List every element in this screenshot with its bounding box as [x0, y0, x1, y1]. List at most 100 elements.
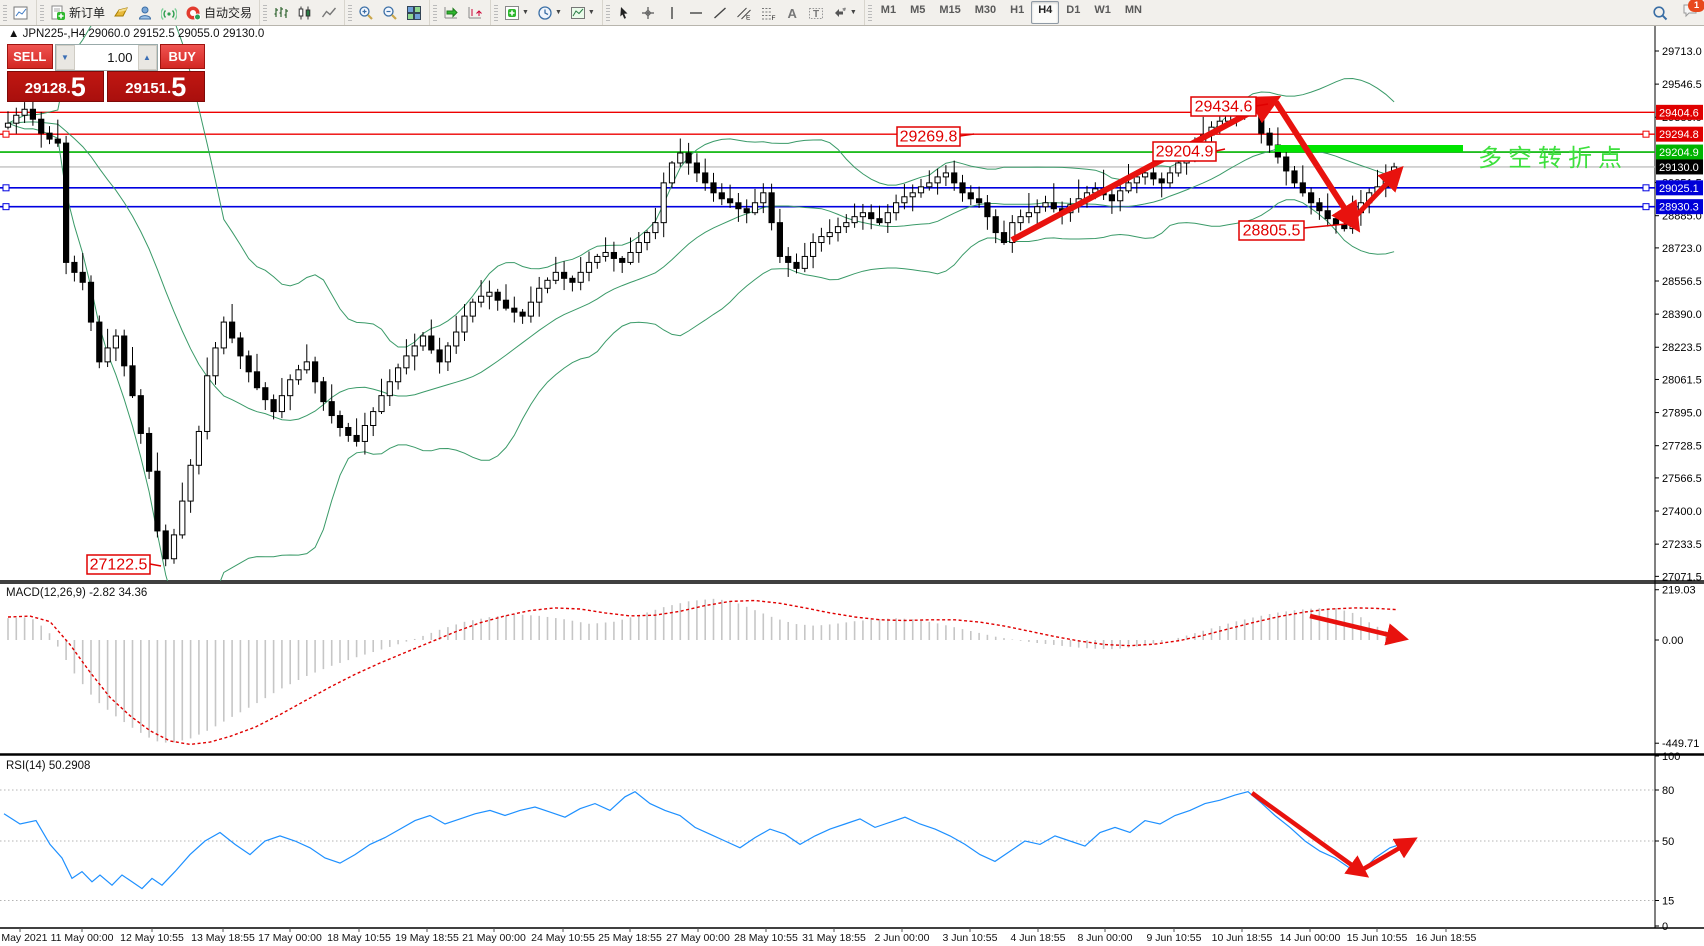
price-tick-label: 27728.5 [1662, 441, 1702, 453]
candle [171, 535, 176, 559]
time-tick-label: 19 May 18:55 [395, 932, 459, 944]
auto-trading-button[interactable]: 自动交易 [181, 0, 256, 25]
candle [429, 336, 434, 350]
timeframe-w1-button[interactable]: W1 [1087, 1, 1118, 24]
notifications-button[interactable]: 1 [1682, 2, 1698, 23]
toolbar-grip[interactable] [868, 5, 872, 21]
line-handle[interactable] [3, 131, 9, 137]
toolbar-grip[interactable] [606, 5, 610, 21]
rsi-arrow-down-leg[interactable] [1252, 793, 1360, 871]
sell-button[interactable]: SELL [7, 44, 53, 69]
timeframe-m1-button[interactable]: M1 [874, 1, 903, 24]
rsi-panel[interactable]: 8050151000RSI(14) 50.2908 [0, 751, 1680, 933]
price-annotation-label[interactable]: 29204.9 [1153, 142, 1225, 161]
candlestick-chart-button[interactable] [293, 0, 317, 25]
line-handle[interactable] [3, 185, 9, 191]
horizontal-line-button[interactable] [684, 0, 708, 25]
text-tool-button[interactable]: A [780, 0, 804, 25]
main-chart-panel[interactable]: 多空转折点29269.829434.629204.928805.527122.5 [0, 26, 1655, 624]
buy-button[interactable]: BUY [160, 44, 206, 69]
chevron-down-icon[interactable]: ▼ [850, 9, 857, 16]
zoom-out-icon [382, 5, 398, 21]
toolbar-grip[interactable] [263, 5, 267, 21]
zoom-in-button[interactable] [354, 0, 378, 25]
price-annotation-label[interactable]: 29434.6 [1191, 97, 1268, 116]
candle [885, 213, 890, 223]
new-order-button[interactable]: 新订单 [46, 0, 109, 25]
timeframe-m5-button[interactable]: M5 [903, 1, 932, 24]
price-annotation-label[interactable]: 29269.8 [897, 127, 974, 146]
rsi-scale-label: 50 [1662, 836, 1674, 848]
line-handle[interactable] [1643, 185, 1649, 191]
symbol-ohlc-info[interactable]: ▲ JPN225-,H4 29060.0 29152.5 29055.0 291… [8, 28, 264, 40]
volume-input[interactable]: 1.00 [75, 45, 138, 70]
chevron-down-icon[interactable]: ▼ [555, 9, 562, 16]
signals-button[interactable] [157, 0, 181, 25]
macd-scale-label: 0.00 [1662, 635, 1683, 647]
timeframe-h4-button[interactable]: H4 [1031, 1, 1059, 24]
tile-windows-button[interactable] [402, 0, 426, 25]
price-badge: 29404.6 [1656, 105, 1703, 120]
toolbar-grip[interactable] [348, 5, 352, 21]
candle [827, 233, 832, 237]
candle [611, 252, 616, 258]
time-tick-label: 9 Jun 10:55 [1147, 932, 1202, 944]
turning-point-note[interactable]: 多空转折点 [1478, 145, 1628, 172]
equidistant-channel-button[interactable]: E [732, 0, 756, 25]
time-tick-label: 8 Jun 00:00 [1078, 932, 1133, 944]
time-axis[interactable]: 7 May 202111 May 00:0012 May 10:5513 May… [0, 928, 1477, 944]
chart-canvas[interactable]: 多空转折点29269.829434.629204.928805.527122.5… [0, 26, 1704, 946]
arrows-tool-button[interactable]: ▼ [828, 0, 861, 25]
svg-text:28930.3: 28930.3 [1659, 202, 1699, 214]
bollinger-upper-band[interactable] [8, 26, 1394, 347]
price-annotation-label[interactable]: 27122.5 [87, 555, 161, 574]
indicators-list-button[interactable]: ▼ [500, 0, 533, 25]
toolbar-grip[interactable] [494, 5, 498, 21]
toolbar-grip[interactable] [40, 5, 44, 21]
macd-panel[interactable]: MACD(12,26,9) -2.82 34.36219.030.00-449.… [6, 585, 1699, 750]
trend-arrow-up-leg[interactable] [1012, 103, 1268, 240]
periods-button[interactable]: ▼ [533, 0, 566, 25]
chevron-down-icon[interactable]: ▼ [588, 9, 595, 16]
timeframe-m15-button[interactable]: M15 [932, 1, 967, 24]
accounts-button[interactable] [133, 0, 157, 25]
svg-text:29204.9: 29204.9 [1156, 144, 1214, 161]
fibonacci-button[interactable]: F [756, 0, 780, 25]
signal-icon [161, 5, 177, 21]
gold-shortcut-button[interactable] [109, 0, 133, 25]
trend-arrow-rebound-leg[interactable] [1352, 175, 1395, 220]
zoom-out-button[interactable] [378, 0, 402, 25]
toolbar-grip[interactable] [433, 5, 437, 21]
toolbar-grip[interactable] [3, 5, 7, 21]
candle [495, 292, 500, 300]
crosshair-button[interactable] [636, 0, 660, 25]
timeframe-d1-button[interactable]: D1 [1059, 1, 1087, 24]
buy-price[interactable]: 29151.5 [107, 71, 205, 102]
sell-price[interactable]: 29128.5 [7, 71, 104, 102]
candle [512, 308, 517, 312]
auto-scroll-button[interactable] [439, 0, 463, 25]
line-chart-button[interactable] [317, 0, 341, 25]
timeframe-h1-button[interactable]: H1 [1003, 1, 1031, 24]
templates-button[interactable]: ▼ [566, 0, 599, 25]
macd-down-arrow[interactable] [1310, 616, 1398, 637]
candle [155, 471, 160, 531]
cursor-button[interactable] [612, 0, 636, 25]
rsi-arrow-rebound-leg[interactable] [1360, 843, 1408, 871]
trendline-button[interactable] [708, 0, 732, 25]
line-handle[interactable] [1643, 131, 1649, 137]
timeframe-mn-button[interactable]: MN [1118, 1, 1149, 24]
bar-chart-button[interactable] [269, 0, 293, 25]
line-handle[interactable] [1643, 204, 1649, 210]
volume-up-button[interactable]: ▲ [138, 45, 157, 70]
timeframe-m30-button[interactable]: M30 [968, 1, 1003, 24]
chart-window-button[interactable] [9, 0, 33, 25]
volume-down-button[interactable]: ▼ [56, 45, 75, 70]
candle [147, 433, 152, 471]
text-label-tool-button[interactable]: T [804, 0, 828, 25]
chart-shift-button[interactable] [463, 0, 487, 25]
line-handle[interactable] [3, 204, 9, 210]
search-button[interactable] [1648, 0, 1672, 25]
chevron-down-icon[interactable]: ▼ [522, 9, 529, 16]
vertical-line-button[interactable] [660, 0, 684, 25]
